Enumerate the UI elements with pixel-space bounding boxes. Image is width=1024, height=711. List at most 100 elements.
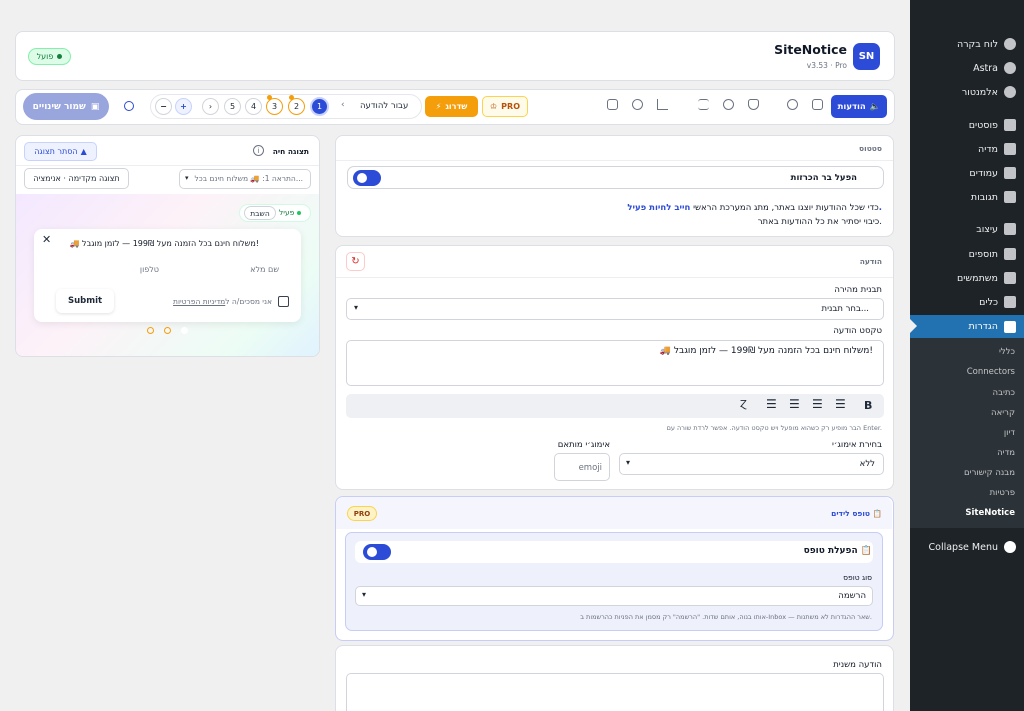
sidebar-item-settings[interactable]: הגדרות [910,315,1024,338]
emoji-select[interactable] [619,453,884,475]
page-4[interactable]: 4 [245,98,262,115]
animation-preview-button[interactable]: תצוגה מקדימה · אנימציה [24,168,129,189]
sidebar-item-plugins[interactable]: תוספים [910,243,1024,265]
notice-card: הודעה ↻ תבנית מהירה בחר תבנית... ▾ טקסט … [335,245,894,490]
submenu-writing[interactable]: כתיבה [993,388,1015,398]
close-icon[interactable]: ✕ [42,233,51,246]
sidebar-item-comments[interactable]: תגובות [910,186,1024,208]
enable-form-row[interactable] [355,541,873,563]
align-left-icon[interactable]: ☰ [789,397,800,411]
form-type-select[interactable] [355,586,873,606]
form-type-hint: אותו בנוה, אותם שדות. "הרשמה" רק מסמן את… [580,613,872,621]
save-button[interactable]: שמור שינויים ▣ [23,93,109,120]
page-5[interactable]: 5 [224,98,241,115]
pro-badge[interactable]: ♔ PRO [482,96,528,117]
submenu-sitenotice[interactable]: SiteNotice [965,508,1015,518]
palette-icon[interactable] [723,99,734,110]
status-badge: פועל [28,48,71,65]
sliders-icon[interactable] [698,99,709,110]
globe-icon[interactable] [124,101,134,111]
remove-notice-button[interactable]: − [155,98,172,115]
template-select[interactable] [346,298,884,320]
chevron-down-icon: ▾ [362,590,367,599]
page-3[interactable]: 3 [266,98,283,115]
secondary-text-field[interactable] [346,673,884,711]
plugin-header: SN SiteNotice v3.53 · Pro פועל [15,31,895,81]
plugin-logo: SN [853,43,880,70]
preview-bar-text: 🚚 משלוח חינם בכל הזמנה מעל 199₪ — לזמן מ… [69,239,259,248]
submenu-discussion[interactable]: דיון [1004,428,1015,438]
justify-icon[interactable]: ☰ [766,397,777,411]
sidebar-item-appearance[interactable]: עיצוב [910,218,1024,240]
tab-notices[interactable]: הודעות 🔈 [831,95,887,118]
carousel-dot[interactable] [164,327,171,334]
text-hint: הבר מופיע רק כשהוא מופעל ויש טקסט הודעה.… [666,424,882,432]
branch-icon[interactable] [812,99,823,110]
preview-card: תצוגה חיה i הסתר תצוגה ▲ התראה 1: 🚚 משלוח… [15,135,320,357]
inbox-icon[interactable] [607,99,618,110]
megaphone-icon: 🔈 [869,101,881,112]
preview-active[interactable]: פעיל [279,208,302,217]
carousel-dot[interactable] [147,327,154,334]
sidebar-item-astra[interactable]: Astra [910,57,1024,79]
goto-label: עבור להודעה [360,101,409,111]
status-desc: כדי שכל ההודעות יוצגו באתר, מתג המערכת ה… [627,203,882,213]
sidebar-item-users[interactable]: משתמשים [910,267,1024,289]
users-icon[interactable] [787,99,798,110]
privacy-link[interactable]: מדיניות הפרטיות [173,297,225,306]
form-type-label: סוג טופס [843,573,872,582]
align-right-icon[interactable]: ☰ [835,397,846,411]
secondary-label: הודעה משנית [833,660,882,670]
status-dot [57,54,63,59]
sidebar-item-pages[interactable]: עמודים [910,162,1024,184]
upgrade-button[interactable]: ⚡ שדרוג [425,96,478,117]
page-2[interactable]: 2 [288,98,305,115]
submenu-general[interactable]: כללי [999,347,1015,357]
consent-checkbox[interactable] [278,296,289,307]
submenu-privacy[interactable]: פרטיות [990,488,1015,498]
clipboard-icon: 📋 [872,509,882,518]
astra-icon [1004,62,1016,74]
sidebar-item-media[interactable]: מדיה [910,138,1024,160]
add-notice-button[interactable]: + [175,98,192,115]
custom-emoji-placeholder: emoji [578,463,602,473]
name-field-placeholder[interactable]: שם מלא [250,265,279,274]
users-icon [1004,272,1016,284]
divider [336,277,893,278]
collapse-menu[interactable]: Collapse Menu [910,536,1024,558]
info-icon[interactable]: i [253,145,264,156]
hide-preview-button[interactable]: הסתר תצוגה ▲ [24,142,97,161]
dashboard-icon [1004,38,1016,50]
floppy-icon: ▣ [90,101,100,112]
sidebar-item-dashboard[interactable]: לוח בקרה [910,33,1024,55]
page-1[interactable]: 1 [310,97,329,116]
chevron-right-icon[interactable]: ‹ [341,100,345,110]
submit-button[interactable]: Submit [56,289,114,313]
status-card-title: סטטוס [859,144,882,153]
submenu-media[interactable]: מדיה [997,448,1015,458]
submenu-permalinks[interactable]: מבנה קישורים [964,468,1015,478]
sidebar-item-tools[interactable]: כלים [910,291,1024,313]
target-icon[interactable] [632,99,643,110]
align-center-icon[interactable]: ☰ [812,397,823,411]
chart-icon[interactable] [657,99,668,110]
elementor-icon [1004,86,1016,98]
consent-label: אני מסכים/ה למדיניות הפרטיות [173,297,272,306]
submenu-reading[interactable]: קריאה [991,408,1015,418]
enable-form-toggle[interactable] [363,544,391,560]
master-toggle[interactable] [353,170,381,186]
appearance-icon [1004,223,1016,235]
chevron-left-icon[interactable]: › [202,98,219,115]
preview-notice-value: התראה 1: 🚚 משלוח חינם בכל... [194,174,303,183]
sidebar-item-posts[interactable]: פוסטים [910,114,1024,136]
preview-pause[interactable]: השבת [244,206,276,220]
carousel-dot[interactable] [181,327,188,334]
clear-format-icon[interactable]: Ɀ [740,399,747,410]
sidebar-item-elementor[interactable]: אלמנטור [910,81,1024,103]
phone-field-placeholder[interactable]: טלפון [140,265,159,274]
reset-icon[interactable]: ↻ [346,252,365,271]
bold-icon[interactable]: B [864,399,872,412]
submenu-connectors[interactable]: Connectors [967,367,1015,377]
status-dot [297,210,302,215]
shield-icon[interactable] [748,99,759,110]
